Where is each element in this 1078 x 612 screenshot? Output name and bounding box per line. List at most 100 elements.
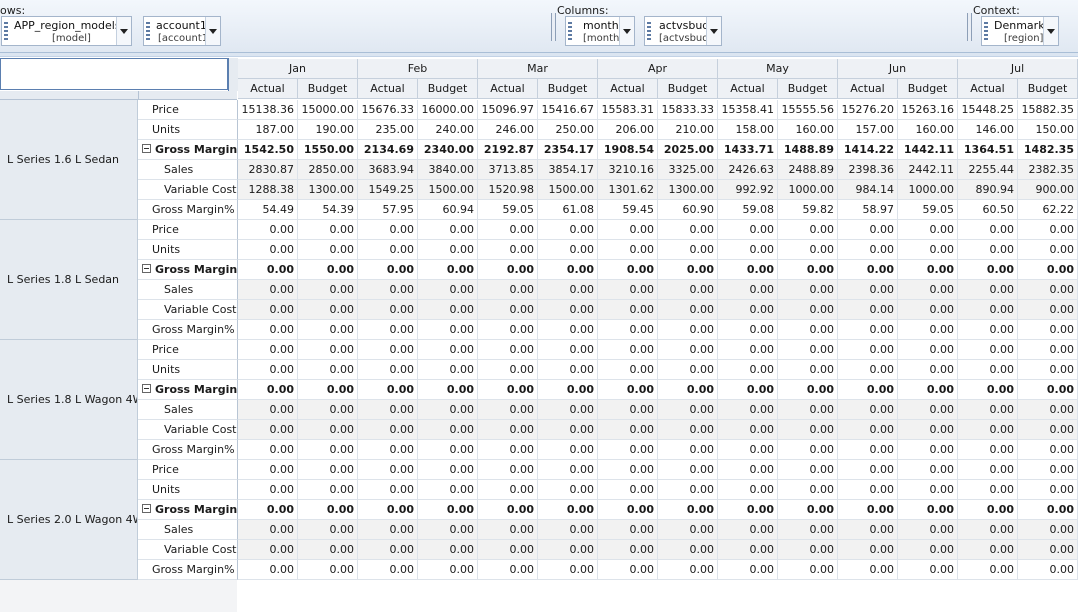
grid-cell[interactable]: 0.00 [718,240,778,260]
grid-cell[interactable]: 0.00 [898,560,958,580]
grid-cell[interactable]: 0.00 [718,320,778,340]
grid-cell[interactable]: 0.00 [838,540,898,560]
row-header[interactable]: Price [138,460,238,480]
grid-cell[interactable]: 0.00 [238,220,298,240]
row-header[interactable]: Gross Margin% [138,440,238,460]
grid-cell[interactable]: 0.00 [838,420,898,440]
grid-cell[interactable]: 0.00 [838,280,898,300]
grid-cell[interactable]: 1000.00 [898,180,958,200]
grid-cell[interactable]: 0.00 [598,320,658,340]
grid-cell[interactable]: 0.00 [718,420,778,440]
grid-cell[interactable]: 0.00 [358,380,418,400]
column-header-month[interactable]: Mar [478,59,598,79]
grid-cell[interactable]: 146.00 [958,120,1018,140]
grid-cell[interactable]: 0.00 [298,220,358,240]
grid-cell[interactable]: 2382.35 [1018,160,1078,180]
grid-cell[interactable]: 0.00 [538,220,598,240]
grid-cell[interactable]: 0.00 [598,220,658,240]
grid-cell[interactable]: 0.00 [658,320,718,340]
grid-cell[interactable]: 0.00 [778,280,838,300]
grid-cell[interactable]: 0.00 [958,420,1018,440]
grid-cell[interactable]: 0.00 [478,220,538,240]
column-header-month[interactable]: Jun [838,59,958,79]
grid-cell[interactable]: 15000.00 [298,100,358,120]
grid-cell[interactable]: 187.00 [238,120,298,140]
grid-cell[interactable]: 0.00 [658,420,718,440]
grid-cell[interactable]: 0.00 [298,300,358,320]
chevron-down-icon[interactable] [116,17,131,45]
grid-cell[interactable]: 0.00 [1018,520,1078,540]
grid-cell[interactable]: 0.00 [1018,560,1078,580]
row-header[interactable]: Sales [138,520,238,540]
grid-cell[interactable]: 0.00 [298,360,358,380]
grid-cell[interactable]: 0.00 [298,320,358,340]
column-header-month[interactable]: Jul [958,59,1078,79]
column-header-measure[interactable]: Budget [298,79,358,99]
grid-cell[interactable]: 0.00 [418,500,478,520]
grid-cell[interactable]: 1500.00 [538,180,598,200]
grid-cell[interactable]: 0.00 [238,280,298,300]
grid-cell[interactable]: 0.00 [778,380,838,400]
grid-cell[interactable]: 0.00 [358,360,418,380]
grid-cell[interactable]: 0.00 [418,360,478,380]
dimension-selector-month[interactable]: month [month] [565,16,635,46]
grid-cell[interactable]: 1364.51 [958,140,1018,160]
grid-cell[interactable]: 0.00 [358,280,418,300]
grid-cell[interactable]: 59.82 [778,200,838,220]
grid-cell[interactable]: 0.00 [358,300,418,320]
collapse-icon[interactable] [142,264,151,273]
grid-cell[interactable]: 0.00 [238,340,298,360]
grid-cell[interactable]: 0.00 [958,440,1018,460]
grid-cell[interactable]: 0.00 [298,340,358,360]
row-header[interactable]: Gross Margin [138,380,238,400]
collapse-icon[interactable] [142,384,151,393]
corner-resize-handle[interactable] [228,58,238,91]
dimension-selector-account1[interactable]: account1 [account1] [143,16,221,46]
grid-cell[interactable]: 0.00 [658,500,718,520]
grid-cell[interactable]: 0.00 [958,260,1018,280]
grid-cell[interactable]: 0.00 [1018,420,1078,440]
grid-cell[interactable]: 0.00 [358,460,418,480]
grid-cell[interactable]: 0.00 [718,360,778,380]
grid-cell[interactable]: 0.00 [718,400,778,420]
grid-cell[interactable]: 0.00 [418,460,478,480]
grid-cell[interactable]: 0.00 [598,440,658,460]
column-header-measure[interactable]: Budget [778,79,838,99]
grid-cell[interactable]: 0.00 [958,560,1018,580]
grid-cell[interactable]: 0.00 [658,340,718,360]
grid-cell[interactable]: 0.00 [478,300,538,320]
grid-cell[interactable]: 0.00 [358,340,418,360]
grid-cell[interactable]: 0.00 [358,480,418,500]
grid-cell[interactable]: 0.00 [1018,400,1078,420]
grid-cell[interactable]: 0.00 [778,300,838,320]
grid-cell[interactable]: 0.00 [418,420,478,440]
grid-cell[interactable]: 0.00 [778,520,838,540]
grid-cell[interactable]: 0.00 [958,240,1018,260]
grid-cell[interactable]: 0.00 [538,240,598,260]
grid-cell[interactable]: 0.00 [598,460,658,480]
grid-cell[interactable]: 0.00 [718,300,778,320]
grid-cell[interactable]: 0.00 [598,340,658,360]
grid-cell[interactable]: 0.00 [898,260,958,280]
grid-cell[interactable]: 1000.00 [778,180,838,200]
grid-cell[interactable]: 1488.89 [778,140,838,160]
grid-cell[interactable]: 1433.71 [718,140,778,160]
grid-cell[interactable]: 0.00 [238,420,298,440]
column-header-month[interactable]: Apr [598,59,718,79]
grid-cell[interactable]: 0.00 [1018,300,1078,320]
grid-cell[interactable]: 0.00 [358,400,418,420]
grid-cell[interactable]: 0.00 [778,540,838,560]
grid-cell[interactable]: 0.00 [418,540,478,560]
grid-cell[interactable]: 0.00 [958,300,1018,320]
grid-cell[interactable]: 0.00 [538,360,598,380]
row-header[interactable]: Sales [138,160,238,180]
grid-cell[interactable]: 15882.35 [1018,100,1078,120]
grid-cell[interactable]: 0.00 [358,440,418,460]
grid-cell[interactable]: 0.00 [478,320,538,340]
grid-cell[interactable]: 1520.98 [478,180,538,200]
grid-cell[interactable]: 1482.35 [1018,140,1078,160]
grid-cell[interactable]: 0.00 [838,340,898,360]
grid-cell[interactable]: 0.00 [478,440,538,460]
grid-cell[interactable]: 3210.16 [598,160,658,180]
grid-cell[interactable]: 0.00 [298,280,358,300]
